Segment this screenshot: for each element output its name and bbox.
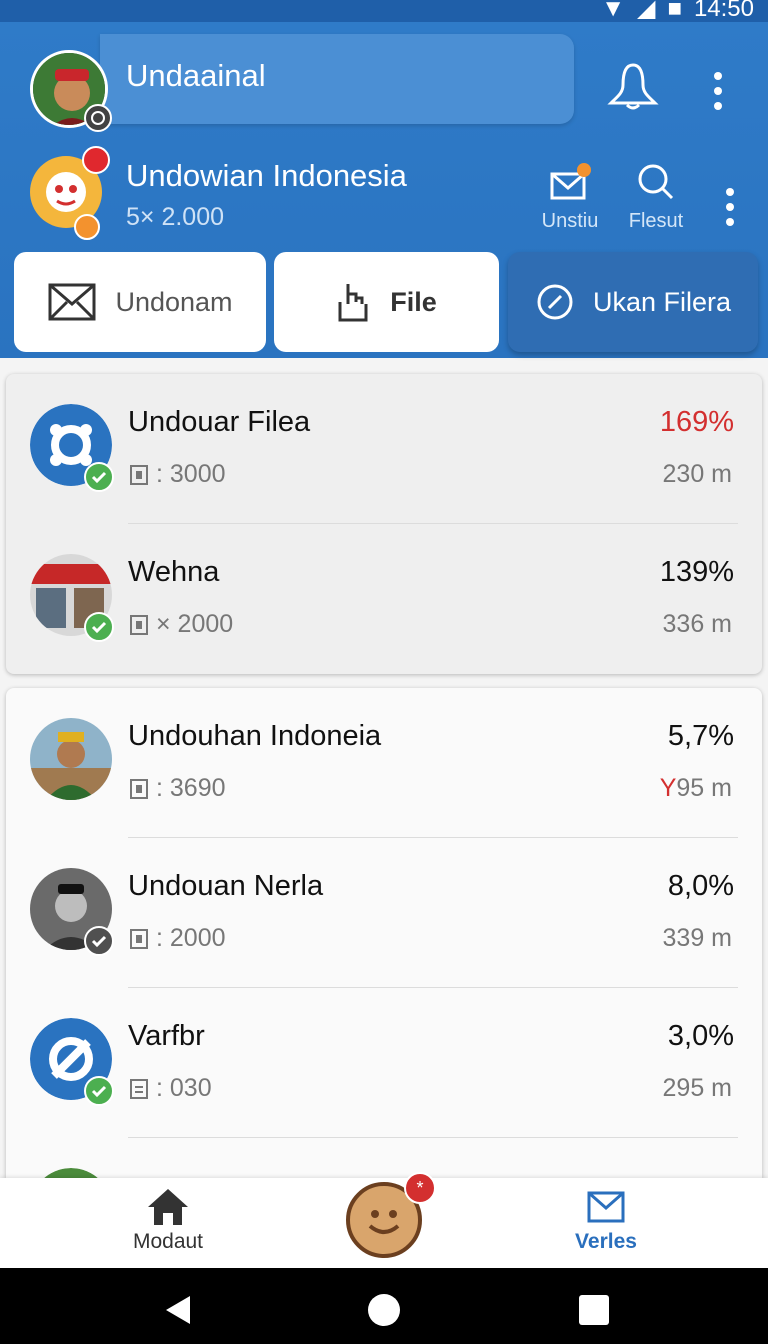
bottom-nav: Modaut * Verles: [0, 1172, 768, 1268]
account-avatar[interactable]: [30, 50, 112, 132]
status-bar: ▼ ◢ ■ 14:50: [0, 0, 768, 22]
wifi-icon: ▼: [601, 0, 625, 22]
channel-status-icon: [74, 214, 100, 240]
bell-icon[interactable]: [600, 54, 666, 120]
list-item-meta: : 3690: [128, 774, 226, 803]
home-circle-icon[interactable]: [366, 1292, 402, 1328]
list-card-bottom: Undouhan Indoneia : 3690 5,7% Y95 m Undo…: [6, 688, 762, 1178]
nav-mail-label: Verles: [575, 1230, 637, 1253]
list-item-title: Wehna: [128, 556, 220, 588]
fab-badge: *: [404, 1172, 436, 1204]
list-item-meta: : 030: [128, 1074, 212, 1103]
list-item-distance: 230 m: [662, 460, 732, 488]
smiley-icon: [368, 1210, 400, 1234]
list-item-percent: 169%: [659, 406, 734, 438]
tab-label: File: [390, 286, 437, 317]
list-item-percent: 3,0%: [667, 1020, 734, 1052]
list-item-title: Undouar Filea: [128, 406, 311, 438]
avatar: [30, 1168, 112, 1178]
list-item-percent: 139%: [659, 556, 734, 588]
nav-home[interactable]: Modaut: [98, 1186, 238, 1254]
building-icon: [130, 928, 148, 949]
mail-icon: [536, 1186, 676, 1228]
list-item-percent: 5,7%: [667, 720, 734, 752]
list-item[interactable]: Undouan Nerla : 2000 8,0% 339 m: [6, 838, 762, 988]
verified-check-icon: [84, 612, 114, 642]
document-icon: [130, 1078, 148, 1099]
list-item[interactable]: Undouar Filea : 3000 169% 230 m: [6, 374, 762, 524]
list-item-distance: Y95 m: [659, 774, 732, 802]
building-icon: [130, 614, 148, 635]
list-item[interactable]: Varfbr : 030 3,0% 295 m: [6, 988, 762, 1138]
list-item-meta: : 3000: [128, 460, 226, 489]
status-time: 14:50: [693, 0, 754, 22]
tab-row: Undonam File Ukan Filera: [0, 252, 768, 356]
tab-ukan-filera[interactable]: Ukan Filera: [508, 252, 758, 352]
signal-icon: ◢: [636, 0, 656, 22]
list-item-meta: : 2000: [128, 924, 226, 953]
verified-check-icon: [84, 1076, 114, 1106]
pointer-icon: [338, 284, 368, 322]
list-item-title: Undouhan Indoneia: [128, 720, 382, 752]
nav-mail[interactable]: Verles: [536, 1186, 676, 1254]
tab-label: Undonam: [115, 286, 233, 317]
verified-check-icon: [84, 926, 114, 956]
home-icon: [98, 1186, 238, 1228]
app-header: Undaainal Undowian Indonesia 5× 2.000 Un…: [0, 22, 768, 358]
channel-menu-icon[interactable]: [718, 188, 742, 226]
channel-row: Undowian Indonesia 5× 2.000 Unstiu Flesu…: [0, 146, 768, 246]
status-icons: ▼ ◢ ■ 14:50: [601, 0, 754, 23]
list-item-distance: 336 m: [662, 610, 732, 638]
channel-title: Undowian Indonesia: [126, 158, 407, 193]
envelope-icon: [48, 283, 96, 321]
building-icon: [130, 464, 148, 485]
header-action-unstiu[interactable]: Unstiu: [530, 160, 610, 233]
system-nav-bar: [0, 1268, 768, 1344]
verified-check-icon: [84, 462, 114, 492]
list-item-distance: 339 m: [662, 924, 732, 952]
account-name: Undaainal: [126, 58, 266, 93]
search-icon: [616, 160, 696, 204]
list-item-distance: 295 m: [662, 1074, 732, 1102]
account-row: Undaainal: [0, 34, 768, 132]
building-icon: [130, 778, 148, 799]
account-menu-icon[interactable]: [706, 72, 730, 110]
list-card-top: Undouar Filea : 3000 169% 230 m Wehna × …: [6, 374, 762, 674]
header-action-label: Flesut: [628, 210, 684, 232]
list-item[interactable]: Wehna × 2000 139% 336 m: [6, 524, 762, 674]
list-item[interactable]: [6, 1138, 762, 1178]
recent-apps-icon[interactable]: [576, 1292, 612, 1328]
list-item-meta: × 2000: [128, 610, 233, 639]
avatar: [30, 718, 112, 800]
list-item[interactable]: Undouhan Indoneia : 3690 5,7% Y95 m: [6, 688, 762, 838]
channel-subtitle: 5× 2.000: [126, 203, 225, 231]
avatar-status-icon: [84, 104, 112, 132]
mail-notification-icon: [530, 160, 610, 204]
edit-circle-icon: [537, 284, 573, 320]
header-action-label: Unstiu: [541, 210, 599, 232]
list-item-percent: 8,0%: [667, 870, 734, 902]
tab-label: Ukan Filera: [592, 286, 732, 317]
channel-alert-icon: [82, 146, 110, 174]
list-item-title: Varfbr: [128, 1020, 205, 1052]
battery-icon: ■: [667, 0, 682, 22]
header-action-flesut[interactable]: Flesut: [616, 160, 696, 233]
tab-file[interactable]: File: [274, 252, 499, 352]
list-item-title: Undouan Nerla: [128, 870, 324, 902]
back-icon[interactable]: [160, 1292, 196, 1328]
tab-undonam[interactable]: Undonam: [14, 252, 266, 352]
nav-home-label: Modaut: [132, 1230, 204, 1253]
